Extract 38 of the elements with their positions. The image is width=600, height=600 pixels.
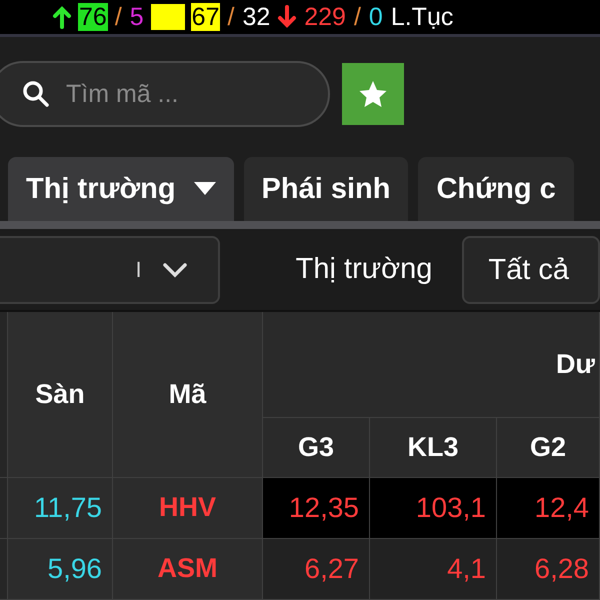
table-cell: 6,28 xyxy=(497,538,600,600)
separator: / xyxy=(226,2,236,31)
tab[interactable]: Chứng c xyxy=(418,157,574,222)
column-header: G3 xyxy=(263,418,370,478)
column-header: Sàn xyxy=(8,312,113,478)
table-cell: 12,35 xyxy=(263,478,370,539)
select-field[interactable]: Tất cả xyxy=(462,236,600,304)
count: 67 xyxy=(190,2,220,31)
search-field[interactable]: Tìm mã ... xyxy=(0,61,330,128)
table-cell: 6,27 xyxy=(263,538,370,600)
search-icon xyxy=(22,80,50,108)
stock-code[interactable]: ASM xyxy=(113,538,263,600)
star-icon xyxy=(358,79,388,110)
count: 5 xyxy=(128,2,145,31)
count: 229 xyxy=(303,2,347,31)
column-header: KL3 xyxy=(370,418,497,478)
count: 0 xyxy=(368,2,384,31)
filter-label: Thị trường xyxy=(296,253,432,286)
column-header: Mã xyxy=(113,312,263,478)
favorites-button[interactable] xyxy=(342,63,404,126)
tab[interactable]: Phái sinh xyxy=(244,157,408,222)
search-field[interactable]: Tìm mã ... xyxy=(64,78,308,110)
dropdown[interactable]: I xyxy=(0,236,220,304)
column-header: G2 xyxy=(497,418,600,478)
separator: / xyxy=(114,2,123,31)
count: 32 xyxy=(241,2,272,31)
stock-code[interactable]: HHV xyxy=(113,478,263,539)
table-cell: 12,4 xyxy=(497,478,600,539)
table-cell: 4,1 xyxy=(370,538,497,600)
tab[interactable]: Thị trường xyxy=(8,157,234,222)
count: L.Tục xyxy=(390,2,454,31)
chevron-icon xyxy=(162,262,188,278)
group-header: Dư xyxy=(263,312,600,418)
separator: / xyxy=(352,2,362,31)
table-cell: 5,96 xyxy=(8,538,113,600)
count: 76 xyxy=(78,2,108,31)
table-cell: 11,75 xyxy=(8,478,113,539)
table-cell: 103,1 xyxy=(370,478,497,539)
